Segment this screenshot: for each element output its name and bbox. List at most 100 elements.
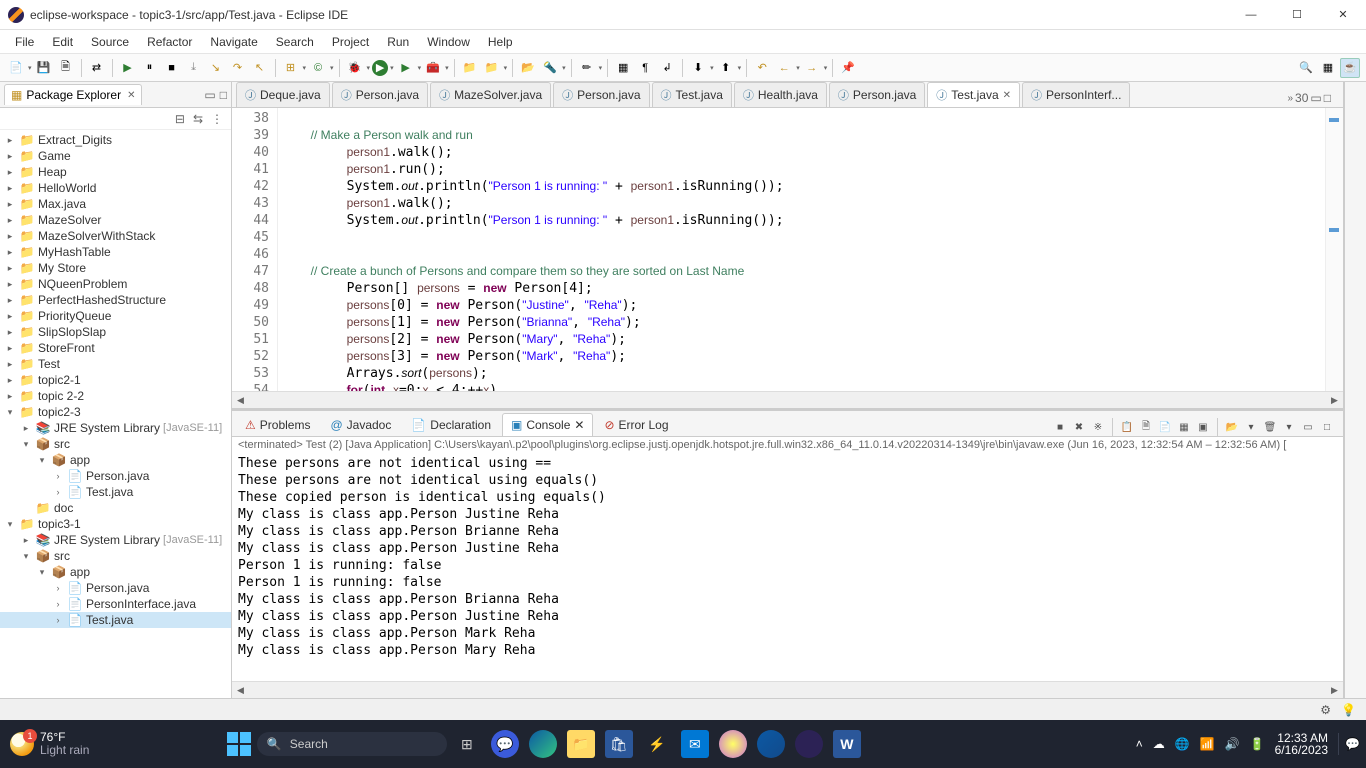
menu-file[interactable]: File (6, 32, 43, 52)
project-tree[interactable]: ▸📁Extract_Digits▸📁Game▸📁Heap▸📁HelloWorld… (0, 130, 231, 698)
eclipse-taskbar-icon[interactable] (795, 730, 823, 758)
coverage-button[interactable]: ▶ (396, 58, 416, 78)
tree-item-storefront[interactable]: ▸📁StoreFront (0, 340, 231, 356)
menu-source[interactable]: Source (82, 32, 138, 52)
code-area[interactable]: // Make a Person walk and run person1.wa… (278, 108, 1325, 391)
taskbar-search[interactable]: 🔍 Search (257, 732, 447, 756)
expand-arrow-icon[interactable]: ▸ (4, 231, 16, 242)
tree-item-my-store[interactable]: ▸📁My Store (0, 260, 231, 276)
tree-item-helloworld[interactable]: ▸📁HelloWorld (0, 180, 231, 196)
menu-window[interactable]: Window (418, 32, 479, 52)
console-toolbar-icon[interactable]: 📄 (1157, 419, 1173, 435)
last-edit-button[interactable]: ↶ (752, 58, 772, 78)
menu-edit[interactable]: Edit (43, 32, 82, 52)
expand-arrow-icon[interactable]: ▾ (20, 551, 32, 562)
close-icon[interactable]: ✕ (574, 418, 584, 432)
editor-tab-deque-java[interactable]: ⒿDeque.java (236, 82, 330, 107)
view-tab-javadoc[interactable]: @Javadoc (321, 413, 400, 436)
tree-item-mazesolverwithstack[interactable]: ▸📁MazeSolverWithStack (0, 228, 231, 244)
expand-arrow-icon[interactable]: ▸ (4, 199, 16, 210)
editor-tab-person-java[interactable]: ⒿPerson.java (553, 82, 649, 107)
tree-item-priorityqueue[interactable]: ▸📁PriorityQueue (0, 308, 231, 324)
expand-arrow-icon[interactable]: ▾ (4, 407, 16, 418)
word-icon[interactable]: W (833, 730, 861, 758)
run-button[interactable]: ▶ (372, 60, 388, 76)
expand-arrow-icon[interactable]: ▸ (4, 359, 16, 370)
tree-item-extract_digits[interactable]: ▸📁Extract_Digits (0, 132, 231, 148)
editor-tab-personinterf-[interactable]: ⒿPersonInterf... (1022, 82, 1130, 107)
console-toolbar-icon[interactable]: ▾ (1281, 419, 1297, 435)
tree-item-person-java[interactable]: ›📄Person.java (0, 580, 231, 596)
save-all-button[interactable]: 🗎 (56, 58, 76, 78)
expand-arrow-icon[interactable]: ▸ (4, 343, 16, 354)
console-toolbar-icon[interactable]: ▭ (1300, 419, 1316, 435)
expand-arrow-icon[interactable]: ▾ (36, 455, 48, 466)
expand-arrow-icon[interactable]: ▸ (4, 151, 16, 162)
minimize-button[interactable]: — (1228, 0, 1274, 30)
search-button[interactable]: 🔦 (540, 58, 560, 78)
show-whitespace-button[interactable]: ¶ (635, 58, 655, 78)
menu-project[interactable]: Project (323, 32, 378, 52)
minimize-editor-icon[interactable]: ▭ (1310, 91, 1321, 105)
overview-ruler[interactable] (1325, 108, 1343, 391)
link-editor-icon[interactable]: ⇆ (193, 112, 203, 126)
expand-arrow-icon[interactable]: ▸ (20, 535, 32, 546)
editor-tab-health-java[interactable]: ⒿHealth.java (734, 82, 827, 107)
tree-item-test-java[interactable]: ›📄Test.java (0, 612, 231, 628)
back-button[interactable]: ← (774, 58, 794, 78)
new-project-button[interactable]: 📁 (482, 58, 502, 78)
expand-arrow-icon[interactable]: › (52, 599, 64, 609)
prev-annotation-button[interactable]: ⬆ (716, 58, 736, 78)
new-button[interactable]: 📄 (6, 58, 26, 78)
console-toolbar-icon[interactable]: ▦ (1176, 419, 1192, 435)
app-icon-lightning[interactable]: ⚡ (643, 730, 671, 758)
tree-item-heap[interactable]: ▸📁Heap (0, 164, 231, 180)
external-tools-button[interactable]: 🧰 (423, 58, 443, 78)
editor-tab-test-java[interactable]: ⒿTest.java (652, 82, 732, 107)
open-type-button[interactable]: 📂 (518, 58, 538, 78)
toggle-mark-button[interactable]: ✏ (577, 58, 597, 78)
console-toolbar-icon[interactable]: 📂 (1224, 419, 1240, 435)
expand-arrow-icon[interactable]: ▸ (4, 167, 16, 178)
view-tab-declaration[interactable]: 📄Declaration (402, 413, 500, 436)
toggle-block-button[interactable]: ▦ (613, 58, 633, 78)
console-toolbar-icon[interactable]: □ (1319, 419, 1335, 435)
start-button[interactable] (227, 732, 251, 756)
expand-arrow-icon[interactable]: ▾ (20, 439, 32, 450)
expand-arrow-icon[interactable]: › (52, 471, 64, 481)
minimize-view-icon[interactable]: ▭ (204, 88, 215, 102)
view-menu-icon[interactable]: ⋮ (211, 112, 223, 126)
close-button[interactable]: ✕ (1320, 0, 1366, 30)
step-over-button[interactable]: ↷ (228, 58, 248, 78)
console-toolbar-icon[interactable]: ▣ (1195, 419, 1211, 435)
copilot-icon[interactable] (719, 730, 747, 758)
wifi-icon[interactable]: 📶 (1200, 737, 1215, 751)
tree-item-test[interactable]: ▸📁Test (0, 356, 231, 372)
editor-tab-mazesolver-java[interactable]: ⒿMazeSolver.java (430, 82, 551, 107)
expand-arrow-icon[interactable]: ▸ (4, 327, 16, 338)
toggle-word-wrap-button[interactable]: ↲ (657, 58, 677, 78)
menu-run[interactable]: Run (378, 32, 418, 52)
expand-arrow-icon[interactable]: › (52, 615, 64, 625)
expand-arrow-icon[interactable]: ▸ (4, 135, 16, 146)
menu-navigate[interactable]: Navigate (201, 32, 266, 52)
expand-arrow-icon[interactable]: ▸ (4, 263, 16, 274)
console-toolbar-icon[interactable]: ※ (1090, 419, 1106, 435)
console-toolbar-icon[interactable]: 🗑 (1262, 419, 1278, 435)
expand-arrow-icon[interactable]: ▸ (4, 295, 16, 306)
new-package-button[interactable]: ⊞ (281, 58, 301, 78)
editor-overflow-count[interactable]: »30 ▭ □ (1279, 89, 1339, 107)
tree-item-app[interactable]: ▾📦app (0, 452, 231, 468)
step-into-button[interactable]: ↘ (206, 58, 226, 78)
mail-icon[interactable]: ✉ (681, 730, 709, 758)
edge-icon[interactable] (529, 730, 557, 758)
expand-arrow-icon[interactable]: › (52, 487, 64, 497)
switch-editor-button[interactable]: ⇄ (87, 58, 107, 78)
disconnect-button[interactable]: ⤓ (184, 58, 204, 78)
pin-editor-button[interactable]: 📌 (838, 58, 858, 78)
tree-item-personinterface-java[interactable]: ›📄PersonInterface.java (0, 596, 231, 612)
console-toolbar-icon[interactable]: 🗎 (1138, 419, 1154, 435)
tree-item-topic2-3[interactable]: ▾📁topic2-3 (0, 404, 231, 420)
taskbar-weather[interactable]: 1 76°F Light rain (10, 731, 89, 757)
tree-item-person-java[interactable]: ›📄Person.java (0, 468, 231, 484)
